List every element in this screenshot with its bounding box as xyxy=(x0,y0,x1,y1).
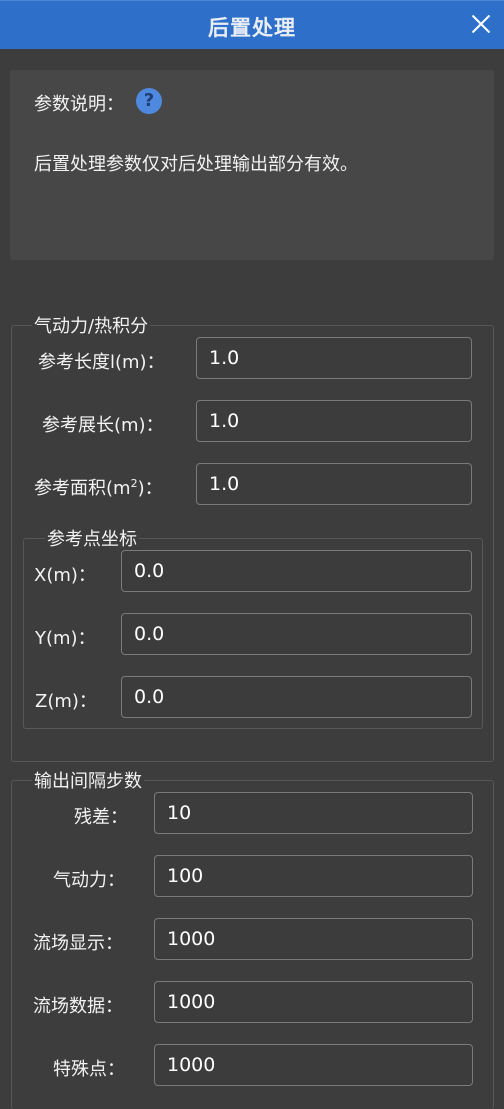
ref-area-label: 参考面积(m2)： xyxy=(34,477,163,499)
close-icon[interactable] xyxy=(468,11,494,37)
aero-thermal-group-title: 气动力/热积分 xyxy=(32,316,151,337)
flow-data-input[interactable] xyxy=(154,981,473,1023)
special-point-label: 特殊点： xyxy=(53,1059,125,1080)
flow-display-input[interactable] xyxy=(154,918,473,960)
aero-force-input[interactable] xyxy=(154,855,473,897)
ref-span-input[interactable] xyxy=(196,400,472,442)
title-bar: 后置处理 xyxy=(0,0,504,49)
flow-data-label: 流场数据： xyxy=(33,996,123,1017)
y-input[interactable] xyxy=(121,613,472,655)
ref-length-input[interactable] xyxy=(196,337,472,379)
x-label: X(m)： xyxy=(34,565,96,586)
residual-label: 残差： xyxy=(74,807,128,828)
description-label: 参数说明： xyxy=(34,94,124,115)
ref-area-input[interactable] xyxy=(196,463,472,505)
x-input[interactable] xyxy=(121,550,472,592)
help-icon[interactable]: ? xyxy=(136,88,162,114)
flow-display-label: 流场显示： xyxy=(33,933,123,954)
description-panel: 参数说明： ? 后置处理参数仅对后处理输出部分有效。 xyxy=(10,70,494,260)
z-label: Z(m)： xyxy=(35,691,97,712)
description-text: 后置处理参数仅对后处理输出部分有效。 xyxy=(34,154,358,175)
ref-length-label: 参考长度l(m)： xyxy=(38,352,165,373)
output-interval-group-title: 输出间隔步数 xyxy=(32,771,144,792)
special-point-input[interactable] xyxy=(154,1044,473,1086)
window-title: 后置处理 xyxy=(208,16,296,40)
aero-force-label: 气动力： xyxy=(53,870,125,891)
ref-point-group-title: 参考点坐标 xyxy=(45,529,139,550)
ref-span-label: 参考展长(m)： xyxy=(42,415,164,436)
residual-input[interactable] xyxy=(154,792,473,834)
z-input[interactable] xyxy=(121,676,472,718)
y-label: Y(m)： xyxy=(35,628,96,649)
